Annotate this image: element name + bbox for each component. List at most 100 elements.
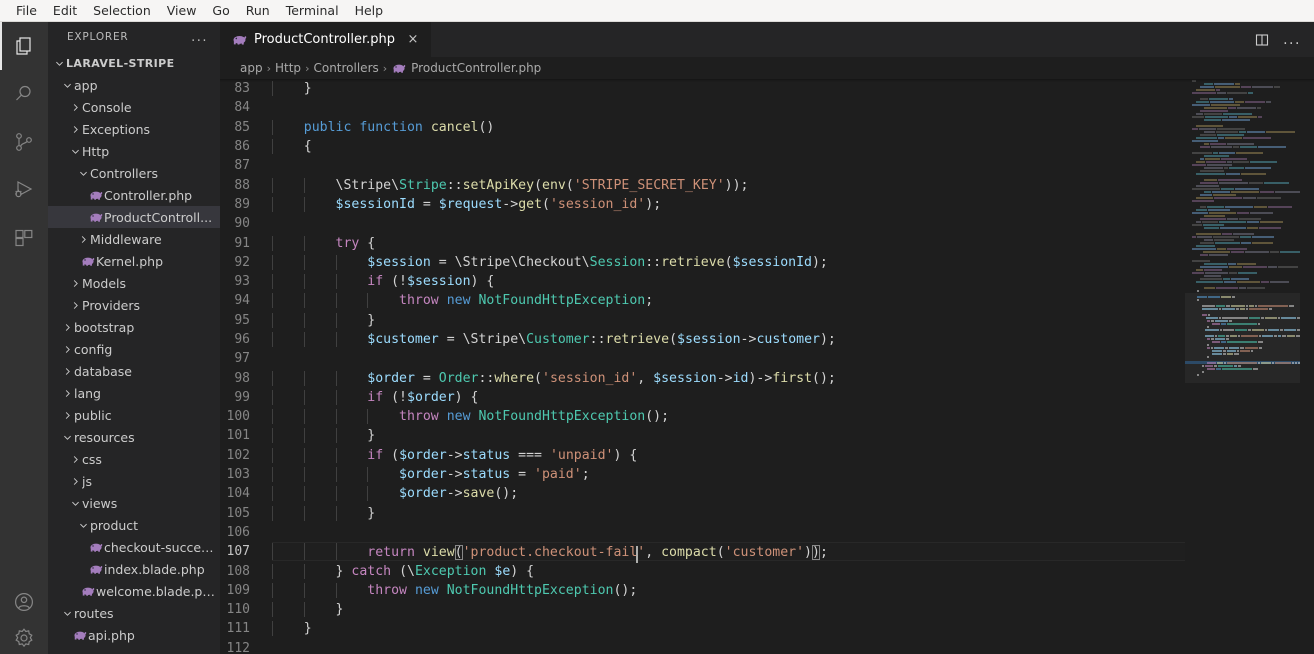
tree-folder[interactable]: config	[48, 338, 220, 360]
minimap-slider[interactable]	[1185, 293, 1300, 383]
breadcrumb-item[interactable]: Controllers	[313, 61, 378, 75]
code-line[interactable]: 112	[220, 639, 1314, 654]
breadcrumb-item[interactable]: app	[240, 61, 263, 75]
code-token: Exception	[414, 563, 487, 579]
code-line[interactable]: 97	[220, 349, 1314, 368]
tree-folder[interactable]: routes	[48, 602, 220, 624]
minimap-token	[1192, 223, 1202, 226]
minimap-token	[1197, 295, 1207, 298]
tree-folder[interactable]: Console	[48, 96, 220, 118]
editor-more-actions-icon[interactable]: ...	[1280, 28, 1304, 52]
menu-item-selection[interactable]: Selection	[85, 0, 159, 22]
indent-guide	[272, 543, 273, 561]
code-line[interactable]: 94 throw new NotFoundHttpException;	[220, 291, 1314, 310]
tree-folder[interactable]: database	[48, 360, 220, 382]
menu-item-file[interactable]: File	[8, 0, 45, 22]
activitybar-item-extensions[interactable]	[0, 214, 48, 262]
code-line[interactable]: 96 $customer = \Stripe\Customer::retriev…	[220, 330, 1314, 349]
tree-file[interactable]: Kernel.php	[48, 250, 220, 272]
menu-item-help[interactable]: Help	[347, 0, 392, 22]
code-line[interactable]: 109 throw new NotFoundHttpException();	[220, 581, 1314, 600]
code-line[interactable]: 91 try {	[220, 233, 1314, 252]
code-line[interactable]: 87	[220, 156, 1314, 175]
code-line[interactable]: 86 {	[220, 137, 1314, 156]
tree-folder[interactable]: Http	[48, 140, 220, 162]
activitybar-item-explorer[interactable]	[0, 22, 48, 70]
tree-folder[interactable]: Middleware	[48, 228, 220, 250]
code-token: 'unpaid'	[549, 447, 614, 463]
sidebar-more-actions-icon[interactable]: ...	[191, 30, 212, 45]
menu-item-go[interactable]: Go	[204, 0, 237, 22]
tree-folder[interactable]: app	[48, 74, 220, 96]
activitybar-item-settings[interactable]	[0, 626, 48, 654]
minimap-token	[1223, 277, 1230, 280]
editor-tab-productcontroller[interactable]: ProductController.php ×	[220, 22, 432, 57]
tree-folder[interactable]: product	[48, 514, 220, 536]
breadcrumb-item[interactable]: Http	[275, 61, 301, 75]
menu-item-view[interactable]: View	[159, 0, 205, 22]
editor-vertical-scrollbar[interactable]	[1300, 79, 1314, 654]
sidebar-header: EXPLORER ...	[48, 22, 220, 52]
tree-folder[interactable]: css	[48, 448, 220, 470]
code-line[interactable]: 98 $order = Order::where('session_id', $…	[220, 368, 1314, 387]
menu-item-edit[interactable]: Edit	[45, 0, 85, 22]
tree-root[interactable]: LARAVEL-STRIPE	[48, 52, 220, 74]
tree-file[interactable]: ProductControll...	[48, 206, 220, 228]
tree-folder[interactable]: bootstrap	[48, 316, 220, 338]
split-editor-icon[interactable]	[1250, 28, 1274, 52]
minimap-token	[1259, 226, 1281, 229]
tree-folder[interactable]: public	[48, 404, 220, 426]
code-line[interactable]: 92 $session = \Stripe\Checkout\Session::…	[220, 253, 1314, 272]
close-icon[interactable]: ×	[405, 32, 421, 48]
minimap-token	[1204, 142, 1209, 145]
minimap-token	[1250, 349, 1253, 352]
code-line[interactable]: 103 $order->status = 'paid';	[220, 465, 1314, 484]
code-line[interactable]: 104 $order->save();	[220, 484, 1314, 503]
code-line[interactable]: 108 } catch (\Exception $e) {	[220, 561, 1314, 580]
tree-file[interactable]: index.blade.php	[48, 558, 220, 580]
tree-folder[interactable]: Models	[48, 272, 220, 294]
code-line[interactable]: 89 $sessionId = $request->get('session_i…	[220, 195, 1314, 214]
code-line[interactable]: 106	[220, 523, 1314, 542]
activitybar-item-source-control[interactable]	[0, 118, 48, 166]
code-token: $sessionId	[335, 196, 415, 212]
code-line[interactable]: 85 public function cancel()	[220, 118, 1314, 137]
tree-folder[interactable]: Exceptions	[48, 118, 220, 140]
tree-file[interactable]: checkout-succes...	[48, 536, 220, 558]
tree-file[interactable]: Controller.php	[48, 184, 220, 206]
activitybar-item-search[interactable]	[0, 70, 48, 118]
tree-folder[interactable]: lang	[48, 382, 220, 404]
code-line[interactable]: 90	[220, 214, 1314, 233]
menu-item-terminal[interactable]: Terminal	[278, 0, 347, 22]
code-line[interactable]: 88 \Stripe\Stripe::setApiKey(env('STRIPE…	[220, 175, 1314, 194]
code-line[interactable]: 83 }	[220, 79, 1314, 98]
code-line[interactable]: 100 throw new NotFoundHttpException();	[220, 407, 1314, 426]
tree-folder[interactable]: js	[48, 470, 220, 492]
activitybar-item-run-and-debug[interactable]	[0, 166, 48, 214]
tree-folder[interactable]: resources	[48, 426, 220, 448]
minimap[interactable]	[1185, 79, 1300, 654]
code-line[interactable]: 110 }	[220, 600, 1314, 619]
activitybar-item-accounts[interactable]	[0, 578, 48, 626]
tree-file[interactable]: welcome.blade.php	[48, 580, 220, 602]
line-number: 83	[234, 81, 250, 97]
minimap-token	[1234, 352, 1239, 355]
code-editor[interactable]: 83 } 84 85 public function cancel() 86 {87 8…	[220, 79, 1314, 654]
code-line[interactable]: 93 if (!$session) {	[220, 272, 1314, 291]
tree-folder[interactable]: Providers	[48, 294, 220, 316]
tree-folder[interactable]: Controllers	[48, 162, 220, 184]
breadcrumb-item[interactable]: ProductController.php	[391, 61, 541, 75]
code-line[interactable]: 111 }	[220, 619, 1314, 638]
menu-item-run[interactable]: Run	[238, 0, 278, 22]
code-line[interactable]: 102 if ($order->status === 'unpaid') {	[220, 446, 1314, 465]
code-line[interactable]: 107 return view('product.checkout-fail',…	[220, 542, 1314, 564]
tree-folder[interactable]: views	[48, 492, 220, 514]
tree-file[interactable]: api.php	[48, 624, 220, 646]
code-line[interactable]: 105 }	[220, 504, 1314, 523]
code-line[interactable]: 101 }	[220, 426, 1314, 445]
code-line[interactable]: 99 if (!$order) {	[220, 388, 1314, 407]
code-line[interactable]: 95 }	[220, 311, 1314, 330]
minimap-token	[1264, 328, 1267, 331]
code-line[interactable]: 84	[220, 98, 1314, 117]
